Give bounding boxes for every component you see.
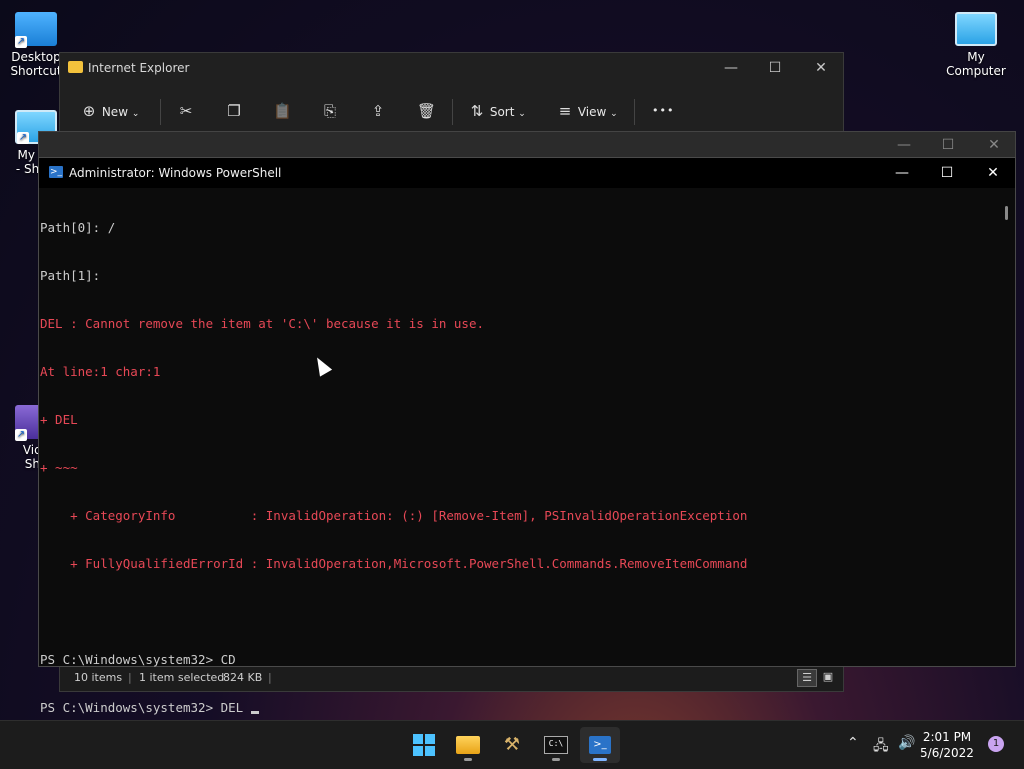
sort-button[interactable]: ⇅ Sort ⌄ xyxy=(468,91,526,131)
scrollbar-thumb[interactable] xyxy=(1005,206,1008,220)
file-explorer-taskbar-button[interactable] xyxy=(448,727,488,763)
trash-icon: 🗑 xyxy=(417,102,437,120)
app-taskbar-button[interactable]: ⚒ xyxy=(492,727,532,763)
close-button[interactable]: ✕ xyxy=(970,158,1016,188)
share-button[interactable]: ⇪ xyxy=(369,91,387,131)
console-error-line: + DEL xyxy=(40,412,78,427)
windows-logo-icon xyxy=(413,734,435,756)
delete-button[interactable]: 🗑 xyxy=(417,91,437,131)
folder-icon xyxy=(68,61,83,73)
my-computer-icon[interactable]: My Computer xyxy=(938,12,1014,78)
new-button[interactable]: ⊕ New ⌄ xyxy=(80,91,140,131)
paste-icon: 📋 xyxy=(273,102,292,120)
console-error-line: + CategoryInfo : InvalidOperation: (:) [… xyxy=(40,508,748,523)
start-button[interactable] xyxy=(404,727,444,763)
powershell-icon: >_ xyxy=(49,166,63,178)
text-cursor xyxy=(250,711,259,714)
taskbar: ⚒ C:\ >_ ⌃ 🖧 🔊 2:01 PM 5/6/2022 1 xyxy=(0,720,1024,769)
scissors-icon: ✂ xyxy=(179,102,193,120)
close-button[interactable]: ✕ xyxy=(971,130,1017,160)
notification-badge[interactable]: 1 xyxy=(988,736,1004,752)
maximize-button[interactable]: ☐ xyxy=(752,53,798,83)
copy-icon: ❐ xyxy=(227,102,241,120)
folder-icon: ↗ xyxy=(15,12,57,48)
command-prompt-taskbar-button[interactable]: C:\ xyxy=(536,727,576,763)
copy-button[interactable]: ❐ xyxy=(225,91,243,131)
console-prompt-line[interactable]: PS C:\Windows\system32> DEL xyxy=(40,700,997,716)
console-output[interactable]: Path[0]: / Path[1]: DEL : Cannot remove … xyxy=(39,188,997,715)
minimize-button[interactable]: — xyxy=(881,130,927,160)
clock-date: 5/6/2022 xyxy=(920,746,974,760)
explorer-title-bar[interactable]: Internet Explorer — ☐ ✕ xyxy=(60,53,843,83)
console-error-line: DEL : Cannot remove the item at 'C:\' be… xyxy=(40,316,485,331)
console-line: PS C:\Windows\system32> CD xyxy=(40,652,236,667)
clock[interactable]: 2:01 PM 5/6/2022 xyxy=(912,729,982,761)
maximize-button[interactable]: ☐ xyxy=(925,130,971,160)
view-label: View xyxy=(577,105,607,119)
share-icon: ⇪ xyxy=(371,102,385,120)
show-hidden-icons-button[interactable]: ⌃ xyxy=(847,735,859,751)
terminal-icon: C:\ xyxy=(544,736,568,754)
view-button[interactable]: ≡ View ⌄ xyxy=(556,91,618,131)
chevron-up-icon: ⌃ xyxy=(847,735,859,751)
console-error-line: + FullyQualifiedErrorId : InvalidOperati… xyxy=(40,556,748,571)
sort-icon: ⇅ xyxy=(470,102,484,120)
minimize-button[interactable]: — xyxy=(879,158,925,188)
chevron-down-icon: ⌄ xyxy=(518,109,526,119)
powershell-taskbar-button[interactable]: >_ xyxy=(580,727,620,763)
tools-icon: ⚒ xyxy=(503,734,521,755)
see-more-button[interactable]: ••• xyxy=(652,91,674,131)
monitor-icon xyxy=(955,12,997,46)
sort-label: Sort xyxy=(489,105,515,119)
command-bar: ⊕ New ⌄ ✂ ❐ 📋 ⎘ ⇪ 🗑 ⇅ Sort ⌄ ≡ View ⌄ ••… xyxy=(60,91,843,131)
chevron-down-icon: ⌄ xyxy=(131,109,140,119)
clock-time: 2:01 PM xyxy=(922,730,972,744)
powershell-window: >_ Administrator: Windows PowerShell — ☐… xyxy=(38,157,1016,715)
chevron-down-icon: ⌄ xyxy=(610,109,618,119)
close-button[interactable]: ✕ xyxy=(798,53,844,83)
console-error-line: At line:1 char:1 xyxy=(40,364,161,379)
folder-icon xyxy=(456,736,480,754)
prompt-text: PS C:\Windows\system32> DEL xyxy=(40,700,251,715)
scrollbar[interactable] xyxy=(997,188,1015,666)
rename-button[interactable]: ⎘ xyxy=(321,91,339,131)
maximize-button[interactable]: ☐ xyxy=(924,158,970,188)
cut-button[interactable]: ✂ xyxy=(177,91,195,131)
powershell-icon: >_ xyxy=(589,736,611,754)
rename-icon: ⎘ xyxy=(323,102,336,120)
view-icon: ≡ xyxy=(558,102,572,120)
window-title: Administrator: Windows PowerShell xyxy=(69,166,282,180)
console-error-line: + ~~~ xyxy=(40,460,78,475)
console-line: Path[0]: / xyxy=(40,220,116,235)
minimize-button[interactable]: — xyxy=(708,53,754,83)
new-label: New xyxy=(101,105,129,119)
window-title: Internet Explorer xyxy=(88,61,190,75)
paste-button[interactable]: 📋 xyxy=(273,91,292,131)
desktop-icon-label: My Computer xyxy=(946,50,1006,78)
network-icon[interactable]: 🖧 xyxy=(873,735,889,759)
console-line: Path[1]: xyxy=(40,268,101,283)
plus-circle-icon: ⊕ xyxy=(82,102,96,120)
powershell-title-bar[interactable]: >_ Administrator: Windows PowerShell — ☐… xyxy=(39,158,1015,188)
